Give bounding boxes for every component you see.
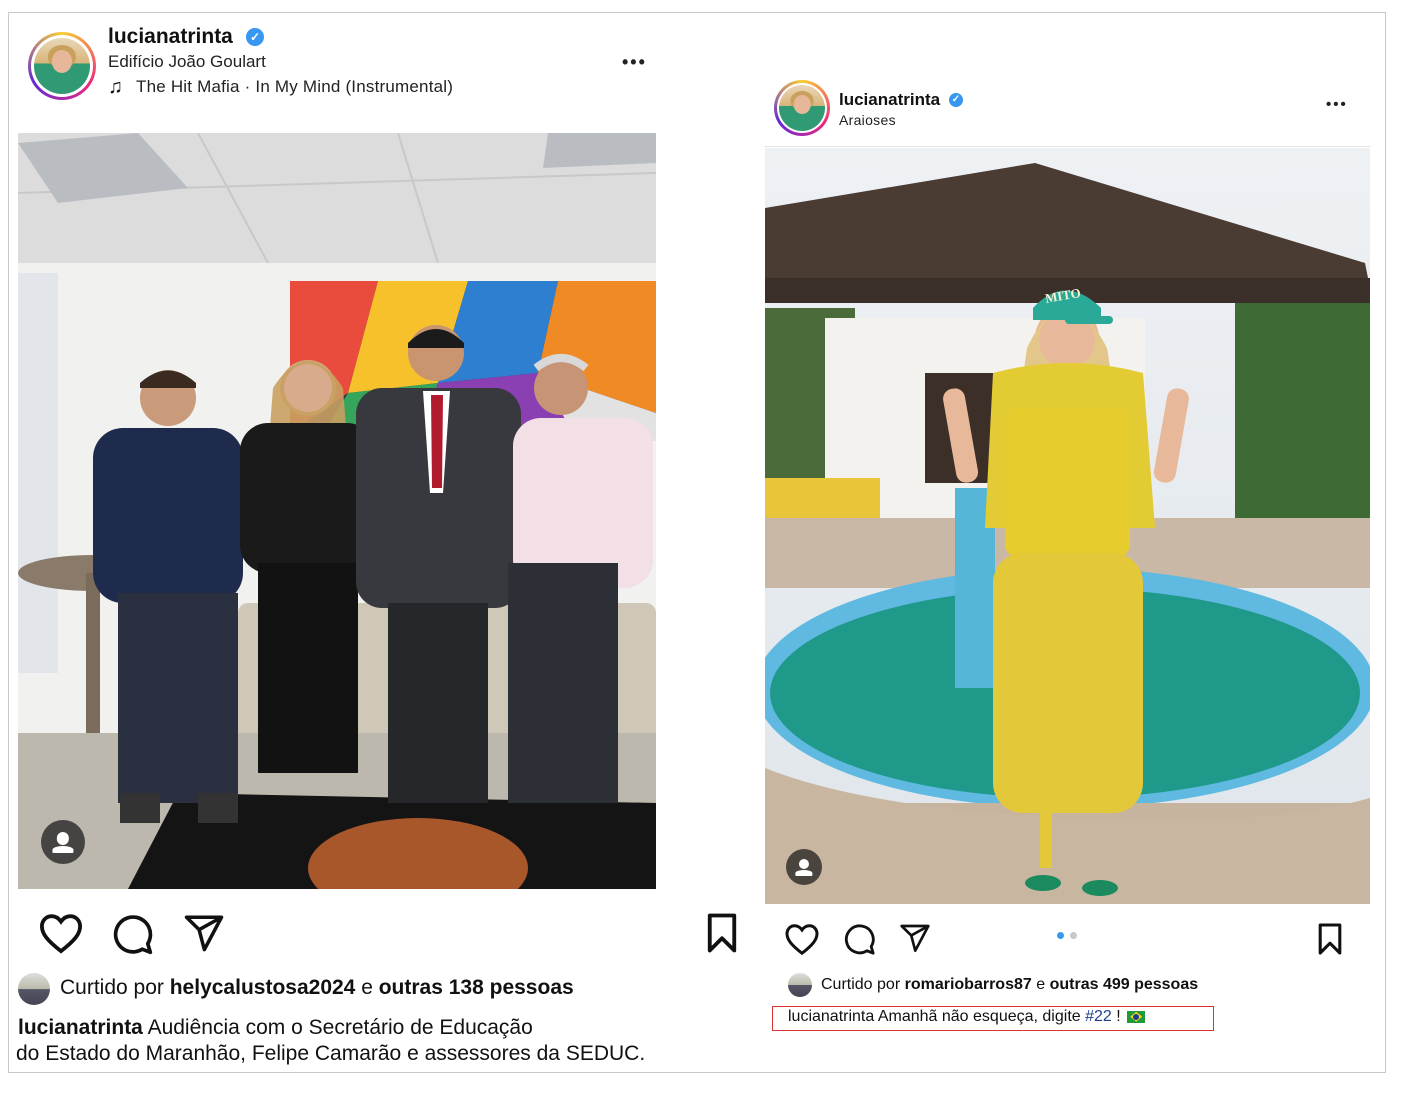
left-post-music[interactable]: The Hit Mafia · In My Mind (Instrumental… (136, 77, 453, 97)
liked-by-others[interactable]: outras 499 pessoas (1050, 976, 1199, 993)
caption-text-line1: Audiência com o Secretário de Educação (147, 1016, 533, 1039)
more-options-icon[interactable]: ••• (1326, 96, 1348, 113)
music-note-icon: ♫ (108, 76, 123, 98)
liked-by-prefix: Curtido por (60, 976, 164, 999)
left-post-likes[interactable]: Curtido por helycalustosa2024 e outras 1… (60, 976, 574, 1000)
verified-badge-icon: ✓ (246, 28, 264, 46)
heart-icon[interactable] (784, 922, 820, 956)
office-meeting-photo (18, 133, 656, 889)
liked-by-prefix: Curtido por (821, 976, 901, 993)
caption-text: Amanhã não esqueça, digite (877, 1008, 1081, 1025)
bookmark-icon[interactable] (704, 912, 740, 954)
right-post-photo[interactable]: MITO (765, 148, 1370, 904)
left-post-caption: lucianatrinta Audiência com o Secretário… (18, 1015, 533, 1041)
liker-avatar[interactable] (788, 973, 812, 997)
right-post-caption: lucianatrinta Amanhã não esqueça, digite… (788, 1007, 1146, 1027)
right-post-username[interactable]: lucianatrinta (839, 90, 940, 110)
left-post-location[interactable]: Edifício João Goulart (108, 52, 266, 72)
poolside-photo (765, 148, 1370, 904)
liked-by-user[interactable]: romariobarros87 (905, 976, 1032, 993)
share-icon[interactable] (898, 922, 932, 954)
caption-end: ! (1116, 1008, 1121, 1025)
carousel-dot-1[interactable] (1057, 932, 1064, 939)
user-tag-icon[interactable] (786, 849, 822, 885)
liked-by-user[interactable]: helycalustosa2024 (170, 976, 356, 999)
brazil-flag-icon (1127, 1010, 1146, 1023)
verified-badge-icon: ✓ (949, 93, 963, 107)
carousel-dot-2[interactable] (1070, 932, 1077, 939)
more-options-icon[interactable]: ••• (622, 52, 647, 73)
left-post-photo[interactable] (18, 133, 656, 889)
left-post-caption-line2: do Estado do Maranhão, Felipe Camarão e … (16, 1042, 646, 1065)
heart-icon[interactable] (38, 912, 84, 954)
liker-avatar[interactable] (18, 973, 50, 1005)
right-post-likes[interactable]: Curtido por romariobarros87 e outras 499… (821, 976, 1198, 994)
liked-by-mid: e (361, 976, 373, 999)
caption-username[interactable]: lucianatrinta (788, 1008, 874, 1025)
liked-by-others[interactable]: outras 138 pessoas (379, 976, 574, 999)
header-divider (764, 146, 1370, 147)
left-post-username[interactable]: lucianatrinta (108, 25, 233, 49)
caption-username[interactable]: lucianatrinta (18, 1016, 143, 1039)
right-post-avatar[interactable] (774, 80, 830, 136)
comment-icon[interactable] (842, 922, 876, 956)
bookmark-icon[interactable] (1316, 922, 1344, 956)
caption-hashtag[interactable]: #22 (1085, 1008, 1112, 1025)
left-post-avatar[interactable] (28, 32, 96, 100)
user-tag-icon[interactable] (41, 820, 85, 864)
comment-icon[interactable] (110, 912, 154, 956)
right-post-location[interactable]: Araioses (839, 112, 896, 128)
liked-by-mid: e (1036, 976, 1046, 993)
share-icon[interactable] (182, 912, 226, 954)
